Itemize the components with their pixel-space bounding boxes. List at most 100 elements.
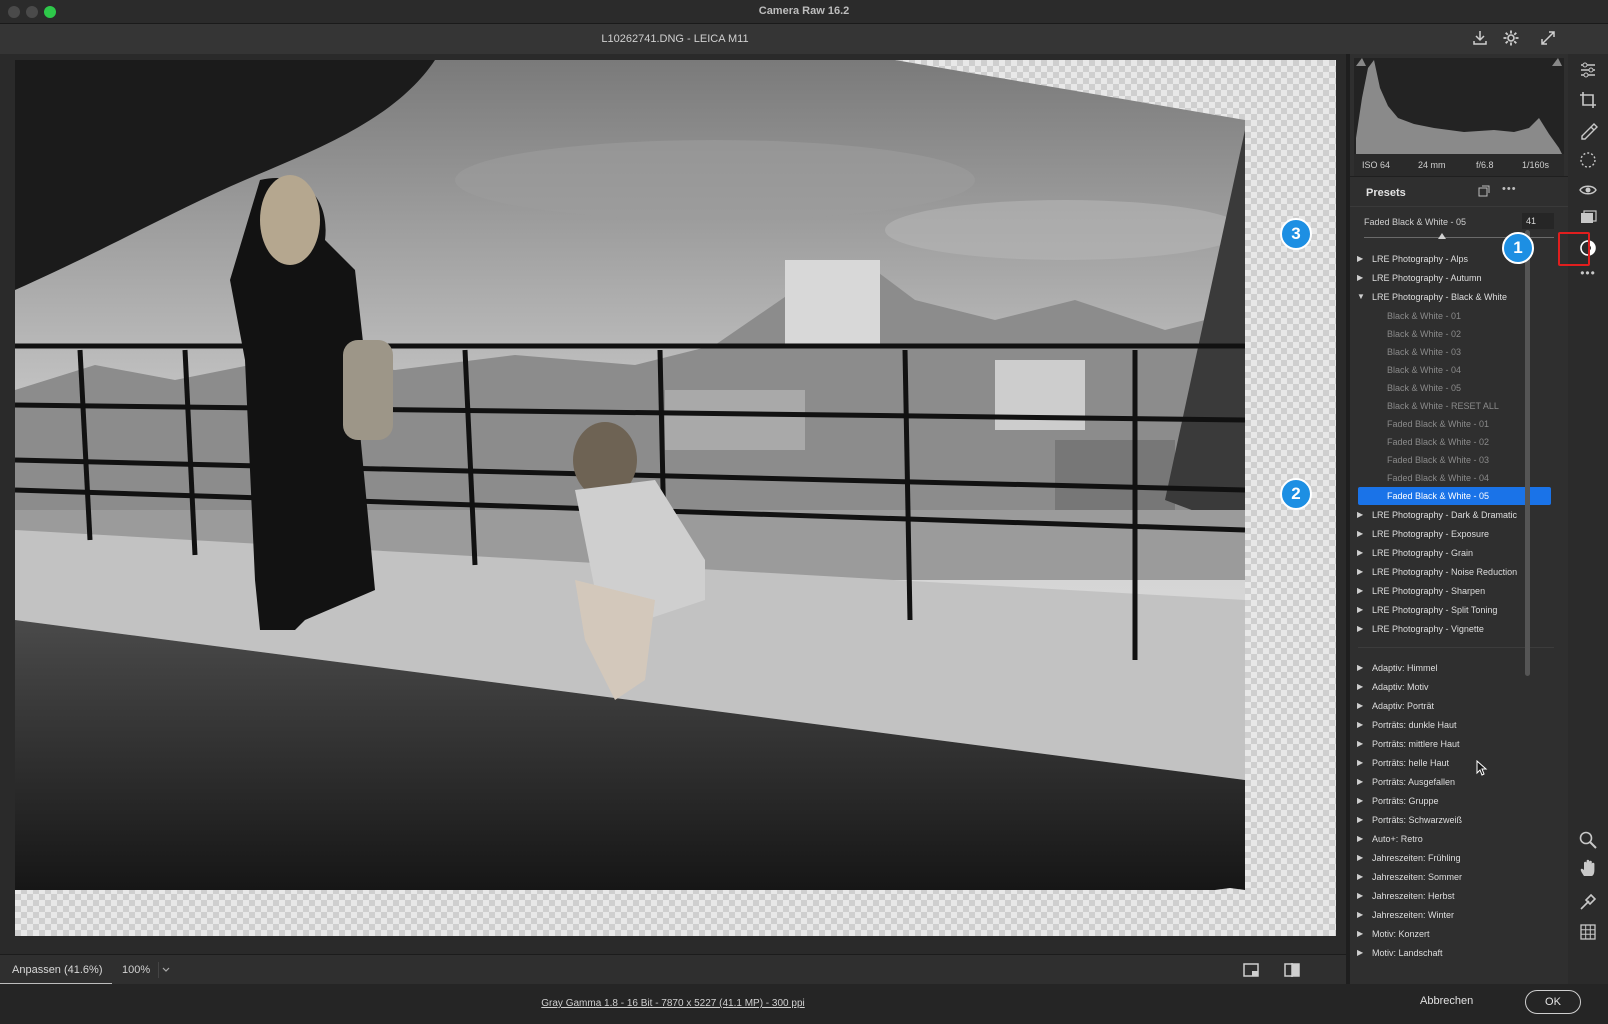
- preset-group-label: LRE Photography - Vignette: [1372, 624, 1484, 634]
- disclosure-right-icon[interactable]: ▶: [1357, 853, 1363, 862]
- disclosure-right-icon[interactable]: ▶: [1357, 891, 1363, 900]
- zoom-100-button[interactable]: 100%: [114, 955, 158, 985]
- preset-group[interactable]: ▶ Porträts: helle Haut: [1350, 754, 1560, 773]
- preset-group-label: Adaptiv: Motiv: [1372, 682, 1429, 692]
- preset-group[interactable]: ▶ Motiv: Konzert: [1350, 925, 1560, 944]
- sampler-icon[interactable]: [1578, 892, 1598, 912]
- preset-group-label: LRE Photography - Black & White: [1372, 292, 1508, 302]
- fullscreen-icon[interactable]: [1538, 29, 1558, 49]
- preset-group-label: Porträts: mittlere Haut: [1372, 739, 1460, 749]
- zoom-icon[interactable]: [1578, 830, 1598, 850]
- disclosure-right-icon[interactable]: ▶: [1357, 510, 1363, 519]
- cancel-button[interactable]: Abbrechen: [1420, 995, 1473, 1007]
- disclosure-right-icon[interactable]: ▶: [1357, 910, 1363, 919]
- disclosure-right-icon[interactable]: ▶: [1357, 701, 1363, 710]
- preset-group-label: Motiv: Konzert: [1372, 929, 1430, 939]
- image-canvas[interactable]: [0, 54, 1346, 954]
- gear-icon[interactable]: [1501, 29, 1521, 49]
- preset-list: ▶ LRE Photography - Alps ▶ LRE Photography …: [1350, 250, 1568, 984]
- disclosure-right-icon[interactable]: ▶: [1357, 586, 1363, 595]
- preset-group[interactable]: ▶ Jahreszeiten: Winter: [1350, 906, 1560, 925]
- new-preset-icon[interactable]: [1478, 185, 1490, 200]
- disclosure-right-icon[interactable]: ▶: [1357, 273, 1363, 282]
- preset-amount-slider-thumb[interactable]: [1437, 233, 1446, 239]
- disclosure-down-icon[interactable]: ▼: [1357, 292, 1365, 301]
- masking-icon[interactable]: [1578, 150, 1598, 170]
- preset-item-label: Faded Black & White - 05: [1387, 491, 1490, 501]
- preset-group[interactable]: ▶ Jahreszeiten: Sommer: [1350, 868, 1560, 887]
- canvas-toolbar: Anpassen (41.6%) 100%: [0, 954, 1346, 985]
- preset-group[interactable]: ▶ Adaptiv: Motiv: [1350, 678, 1560, 697]
- save-image-icon[interactable]: [1470, 29, 1490, 49]
- highlight-clipping-icon[interactable]: [1552, 58, 1562, 66]
- preset-group[interactable]: ▶ Adaptiv: Porträt: [1350, 697, 1560, 716]
- disclosure-right-icon[interactable]: ▶: [1357, 948, 1363, 957]
- disclosure-right-icon[interactable]: ▶: [1357, 720, 1363, 729]
- healing-icon[interactable]: [1578, 120, 1598, 140]
- disclosure-right-icon[interactable]: ▶: [1357, 796, 1363, 805]
- disclosure-right-icon[interactable]: ▶: [1357, 739, 1363, 748]
- workflow-options-link[interactable]: Gray Gamma 1.8 - 16 Bit - 7870 x 5227 (4…: [0, 998, 1346, 1009]
- shadow-clipping-icon[interactable]: [1356, 58, 1366, 66]
- disclosure-right-icon[interactable]: ▶: [1357, 815, 1363, 824]
- ok-button[interactable]: OK: [1525, 990, 1581, 1014]
- preset-group[interactable]: ▶ Jahreszeiten: Frühling: [1350, 849, 1560, 868]
- disclosure-right-icon[interactable]: ▶: [1357, 682, 1363, 691]
- disclosure-right-icon[interactable]: ▶: [1357, 834, 1363, 843]
- preset-group-label: LRE Photography - Exposure: [1372, 529, 1490, 539]
- disclosure-right-icon[interactable]: ▶: [1357, 254, 1363, 263]
- exif-info: ISO 64 24 mm f/6.8 1/160s: [1354, 154, 1564, 176]
- disclosure-right-icon[interactable]: ▶: [1357, 929, 1363, 938]
- preset-group-label: LRE Photography - Autumn: [1372, 273, 1482, 283]
- preset-item-label: Black & White - 04: [1387, 365, 1462, 375]
- preset-group-label: Porträts: dunkle Haut: [1372, 720, 1457, 730]
- aperture-value: f/6.8: [1476, 160, 1494, 170]
- preset-item-label: Black & White - 05: [1387, 383, 1462, 393]
- transparency-checkerboard: [15, 60, 1336, 936]
- preset-amount-label: Faded Black & White - 05: [1364, 217, 1467, 227]
- histogram: [1354, 58, 1564, 154]
- disclosure-right-icon[interactable]: ▶: [1357, 624, 1363, 633]
- preset-group-label: Jahreszeiten: Herbst: [1372, 891, 1455, 901]
- preset-group[interactable]: ▶ Porträts: Ausgefallen: [1350, 773, 1560, 792]
- preset-group-label: LRE Photography - Split Toning: [1372, 605, 1498, 615]
- more-tools-icon[interactable]: •••: [1578, 266, 1598, 286]
- single-view-button[interactable]: [1242, 962, 1260, 978]
- preset-group[interactable]: ▶ Jahreszeiten: Herbst: [1350, 887, 1560, 906]
- preset-group[interactable]: ▶ Motiv: Landschaft: [1350, 944, 1560, 963]
- disclosure-right-icon[interactable]: ▶: [1357, 529, 1363, 538]
- redeye-icon[interactable]: [1578, 180, 1598, 200]
- disclosure-right-icon[interactable]: ▶: [1357, 548, 1363, 557]
- disclosure-right-icon[interactable]: ▶: [1357, 605, 1363, 614]
- photo-preview: [15, 60, 1245, 890]
- preset-group-label: Auto+: Retro: [1372, 834, 1423, 844]
- disclosure-right-icon[interactable]: ▶: [1357, 663, 1363, 672]
- preset-item-label: Black & White - 03: [1387, 347, 1462, 357]
- zoom-fit-button[interactable]: Anpassen (41.6%): [0, 955, 112, 985]
- preset-amount-row: Faded Black & White - 05 41: [1350, 206, 1568, 246]
- preset-group[interactable]: ▶ Porträts: Schwarzweiß: [1350, 811, 1560, 830]
- preset-amount-input[interactable]: 41: [1522, 213, 1554, 229]
- zoom-dropdown[interactable]: [158, 962, 172, 978]
- before-after-view-button[interactable]: [1283, 962, 1301, 978]
- preset-group[interactable]: ▶ Porträts: dunkle Haut: [1350, 716, 1560, 735]
- preset-item[interactable]: Faded Black & White - 05: [1358, 487, 1551, 505]
- disclosure-right-icon[interactable]: ▶: [1357, 872, 1363, 881]
- preset-group[interactable]: ▶ Auto+: Retro: [1350, 830, 1560, 849]
- disclosure-right-icon[interactable]: ▶: [1357, 777, 1363, 786]
- more-options-icon[interactable]: •••: [1502, 183, 1517, 195]
- snapshots-icon[interactable]: [1578, 208, 1598, 228]
- preset-group[interactable]: ▶ Porträts: Gruppe: [1350, 792, 1560, 811]
- crop-icon[interactable]: [1578, 90, 1598, 110]
- edit-sliders-icon[interactable]: [1578, 60, 1598, 80]
- disclosure-right-icon[interactable]: ▶: [1357, 758, 1363, 767]
- preset-group[interactable]: ▶ Porträts: mittlere Haut: [1350, 735, 1560, 754]
- file-bar: L10262741.DNG - LEICA M11: [0, 24, 1608, 54]
- preset-group-label: Adaptiv: Porträt: [1372, 701, 1435, 711]
- hand-icon[interactable]: [1578, 858, 1598, 878]
- grid-icon[interactable]: [1578, 922, 1598, 942]
- callout-2: 2: [1280, 478, 1312, 510]
- preset-list-scrollbar[interactable]: [1525, 230, 1530, 676]
- callout-3: 3: [1280, 218, 1312, 250]
- disclosure-right-icon[interactable]: ▶: [1357, 567, 1363, 576]
